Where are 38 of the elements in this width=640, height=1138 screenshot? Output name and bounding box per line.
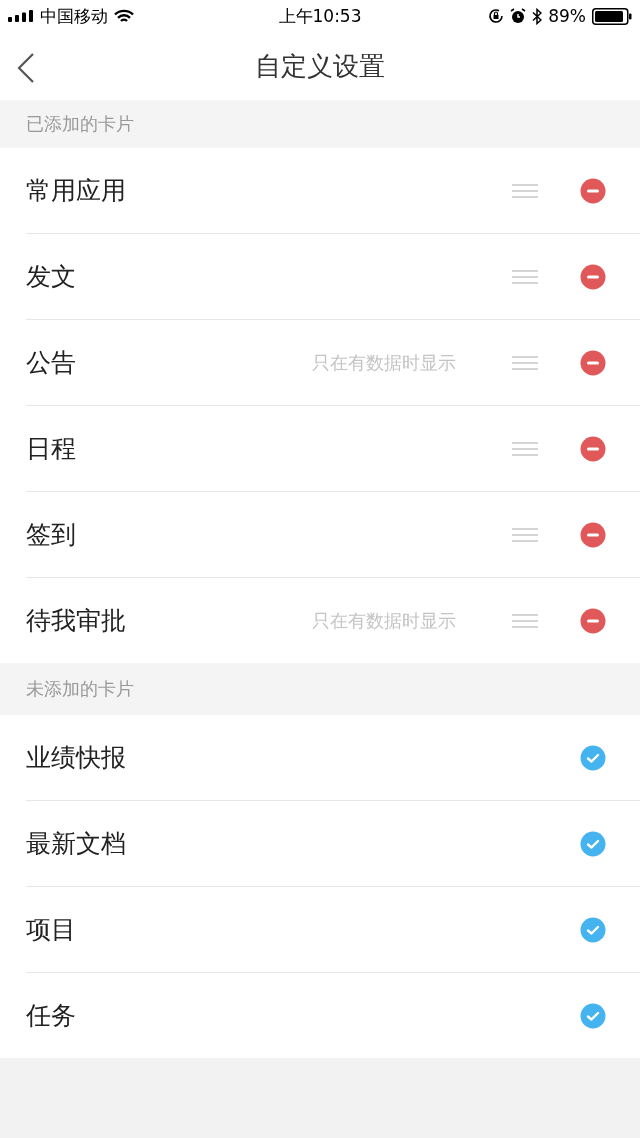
hint-text: 只在有数据时显示 [312,350,456,375]
check-icon[interactable] [580,830,606,857]
remove-icon[interactable] [580,521,606,548]
drag-handle-icon[interactable] [512,612,538,629]
clock-time: 上午10:53 [278,4,362,28]
card-name: 业绩快报 [26,742,127,774]
check-icon[interactable] [580,744,606,771]
hint-text: 只在有数据时显示 [312,608,456,633]
alarm-icon [510,8,527,24]
drag-handle-icon[interactable] [512,354,538,371]
card-name: 待我审批 [26,605,127,637]
carrier-name: 中国移动 [40,4,108,28]
battery-icon [592,7,632,25]
card-name: 签到 [26,519,77,551]
wifi-icon [114,8,134,24]
check-icon[interactable] [580,916,606,943]
remove-icon[interactable] [580,435,606,462]
drag-handle-icon[interactable] [512,182,538,199]
remove-icon[interactable] [580,177,606,204]
remove-icon[interactable] [580,607,606,634]
card-name: 日程 [26,433,77,465]
page-title: 自定义设置 [255,49,385,83]
rotation-lock-icon [488,8,505,24]
card-name: 最新文档 [26,828,127,860]
remove-icon[interactable] [580,349,606,376]
card-name: 项目 [26,914,77,946]
card-name: 任务 [26,1000,77,1032]
signal-icon [8,10,34,22]
battery-percent: 89% [548,6,586,26]
bluetooth-icon [532,7,543,25]
card-name: 公告 [26,347,77,379]
drag-handle-icon[interactable] [512,268,538,285]
card-name: 发文 [26,261,77,293]
check-icon[interactable] [580,1002,606,1029]
card-name: 常用应用 [26,175,127,207]
drag-handle-icon[interactable] [512,526,538,543]
drag-handle-icon[interactable] [512,440,538,457]
remove-icon[interactable] [580,263,606,290]
